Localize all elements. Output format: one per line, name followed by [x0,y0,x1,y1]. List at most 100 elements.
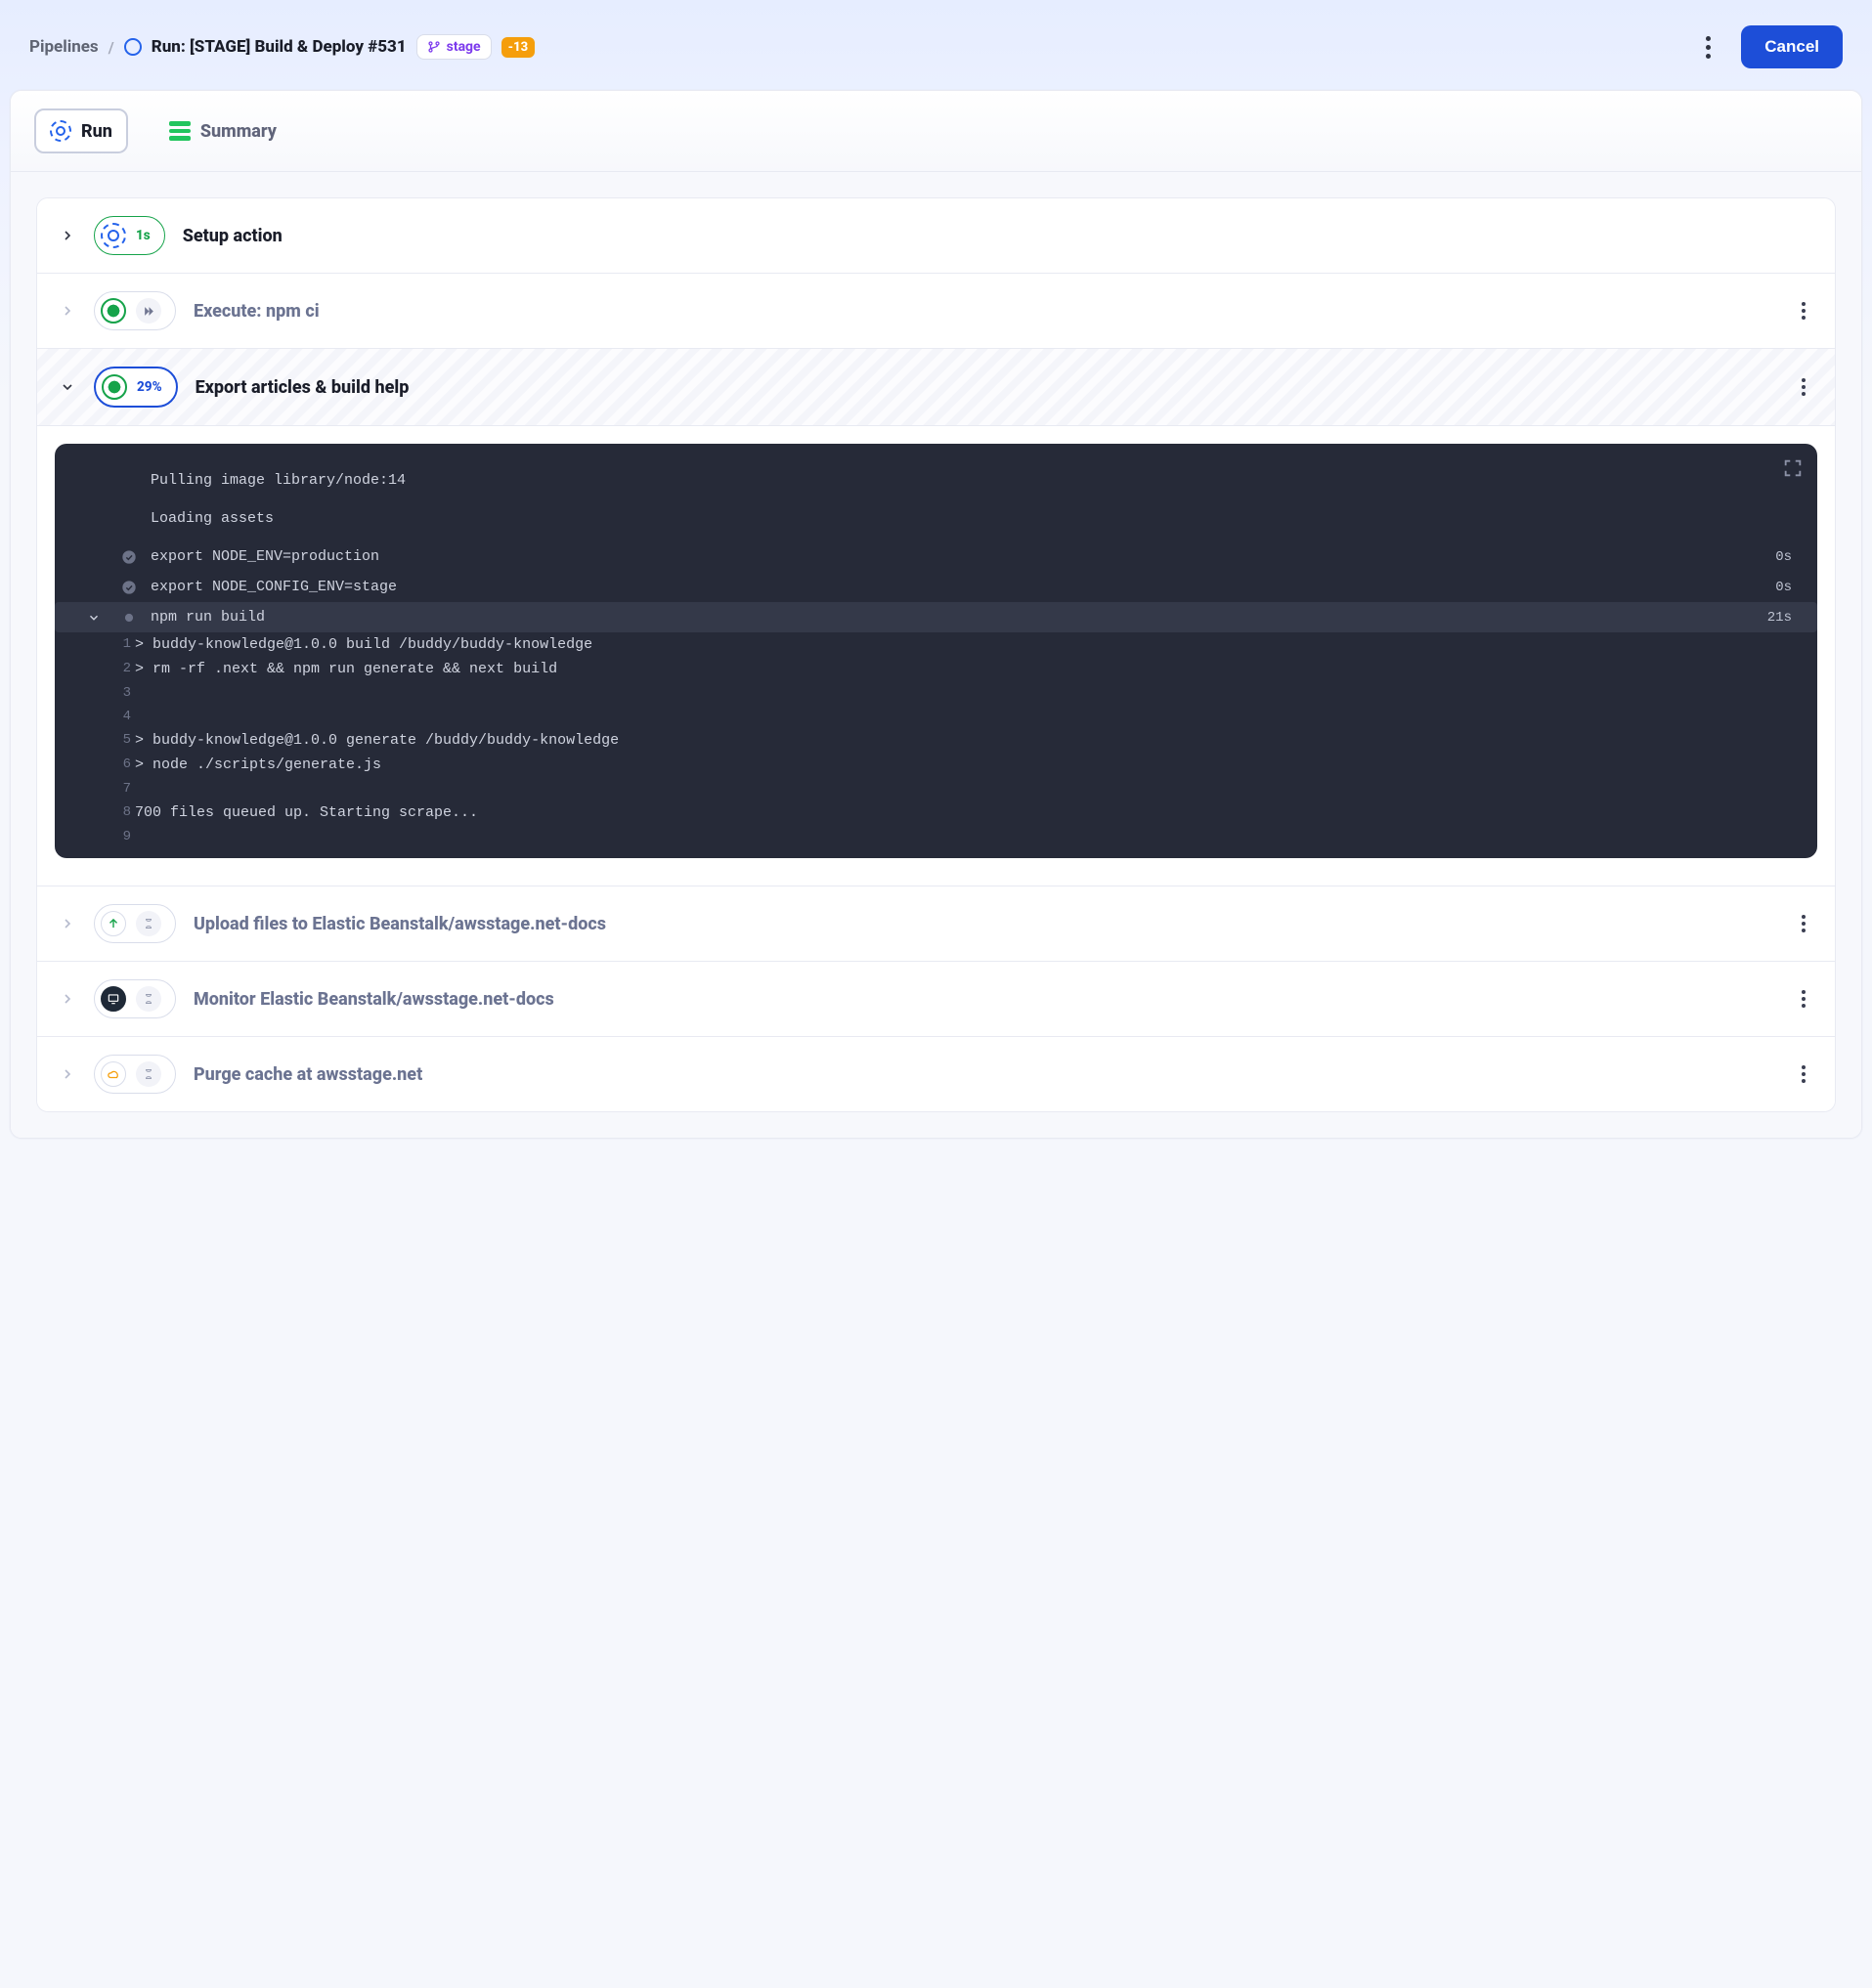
log-text: > buddy-knowledge@1.0.0 build /buddy/bud… [135,636,1792,653]
main-panel: Run Summary 1s Setup action [10,90,1862,1139]
breadcrumb: Pipelines / Run: [STAGE] Build & Deploy … [29,34,535,60]
action-title: Export articles & build help [196,377,1776,398]
action-title: Monitor Elastic Beanstalk/awsstage.net-d… [194,989,1776,1010]
branch-label: stage [447,39,481,55]
dot-icon [102,374,127,400]
tab-run[interactable]: Run [34,108,128,153]
log-container: Pulling image library/node:14 Loading as… [37,426,1835,886]
action-row-setup[interactable]: 1s Setup action [37,198,1835,274]
header-bar: Pipelines / Run: [STAGE] Build & Deploy … [10,10,1862,90]
log-output-line: 6> node ./scripts/generate.js [74,753,1798,777]
tab-summary[interactable]: Summary [155,111,290,151]
action-more-button[interactable] [1794,990,1813,1008]
tab-summary-label: Summary [200,121,277,142]
status-progress: 29% [137,379,162,395]
log-line: Loading assets [74,503,1798,534]
log-text: export NODE_CONFIG_ENV=stage [151,579,1756,595]
chevron-right-icon [59,302,76,320]
header-more-button[interactable] [1696,35,1720,59]
monitor-icon [101,986,126,1012]
log-text: npm run build [151,609,1748,626]
hourglass-icon [136,986,161,1012]
log-line: Pulling image library/node:14 [74,465,1798,496]
action-title: Upload files to Elastic Beanstalk/awssta… [194,914,1776,934]
action-title: Purge cache at awsstage.net [194,1064,1776,1085]
action-row-monitor[interactable]: Monitor Elastic Beanstalk/awsstage.net-d… [37,962,1835,1037]
hourglass-icon [136,1061,161,1087]
status-pill-skipped [94,291,176,330]
run-status-icon [124,38,142,56]
panel-body: 1s Setup action Execute: npm ci [11,172,1861,1138]
log-duration: 0s [1763,549,1792,565]
tab-bar: Run Summary [11,91,1861,172]
action-list: 1s Setup action Execute: npm ci [36,197,1836,1112]
log-line-active[interactable]: npm run build 21s [55,602,1817,632]
log-text: Loading assets [151,510,1792,527]
cancel-button[interactable]: Cancel [1741,25,1843,68]
log-output-line: 3 [74,681,1798,705]
log-text: export NODE_ENV=production [151,548,1756,565]
tab-run-label: Run [81,121,112,142]
log-output-line: 4 [74,705,1798,728]
chevron-down-icon [80,611,108,625]
check-circle-icon [115,549,143,565]
log-text: > node ./scripts/generate.js [135,756,1792,773]
gear-icon [50,120,71,142]
upload-icon [101,911,126,936]
cloud-icon [101,1061,126,1087]
log-line: export NODE_CONFIG_ENV=stage 0s [74,572,1798,602]
hourglass-icon [136,911,161,936]
log-text: > rm -rf .next && npm run generate && ne… [135,661,1792,677]
log-text: 700 files queued up. Starting scrape... [135,804,1792,821]
status-pill-pending [94,979,176,1018]
action-more-button[interactable] [1794,915,1813,932]
summary-icon [169,121,191,141]
log-text [135,829,1792,844]
header-actions: Cancel [1696,25,1843,68]
log-line: export NODE_ENV=production 0s [74,541,1798,572]
log-text: > buddy-knowledge@1.0.0 generate /buddy/… [135,732,1792,749]
action-more-button[interactable] [1794,302,1813,320]
breadcrumb-root[interactable]: Pipelines [29,37,99,57]
chevron-right-icon [59,1065,76,1083]
breadcrumb-title: Run: [STAGE] Build & Deploy #531 [152,37,407,57]
status-pill-running: 29% [94,367,178,408]
status-pill-pending [94,1055,176,1094]
fast-forward-icon [136,298,161,324]
log-text [135,781,1792,797]
spinner-icon [101,223,126,248]
action-row-export[interactable]: 29% Export articles & build help [37,349,1835,426]
action-row-upload[interactable]: Upload files to Elastic Beanstalk/awssta… [37,886,1835,962]
log-output-line: 7 [74,777,1798,800]
fullscreen-icon[interactable] [1782,457,1804,479]
action-row-npm-ci[interactable]: Execute: npm ci [37,274,1835,349]
status-pill-pending [94,904,176,943]
breadcrumb-separator: / [109,38,114,57]
log-output-line: 5> buddy-knowledge@1.0.0 generate /buddy… [74,728,1798,753]
action-title: Execute: npm ci [194,301,1776,322]
circle-icon [115,611,143,625]
commit-count-badge[interactable]: -13 [501,37,535,58]
status-pill-done: 1s [94,216,165,255]
log-duration: 21s [1756,610,1792,626]
status-duration: 1s [136,228,151,243]
log-text: Pulling image library/node:14 [151,472,1792,489]
chevron-down-icon [59,378,76,396]
action-more-button[interactable] [1794,378,1813,396]
log-output-line: 1> buddy-knowledge@1.0.0 build /buddy/bu… [74,632,1798,657]
chevron-right-icon [59,227,76,244]
log-text [135,709,1792,724]
log-text [135,685,1792,701]
log-output-line: 9 [74,825,1798,848]
action-title: Setup action [183,226,1813,246]
branch-icon [427,40,441,54]
log-output-line: 2> rm -rf .next && npm run generate && n… [74,657,1798,681]
branch-tag[interactable]: stage [416,34,492,60]
action-row-purge[interactable]: Purge cache at awsstage.net [37,1037,1835,1111]
check-circle-icon [115,580,143,595]
action-more-button[interactable] [1794,1065,1813,1083]
dot-icon [101,298,126,324]
log-duration: 0s [1763,580,1792,595]
chevron-right-icon [59,915,76,932]
terminal: Pulling image library/node:14 Loading as… [55,444,1817,858]
